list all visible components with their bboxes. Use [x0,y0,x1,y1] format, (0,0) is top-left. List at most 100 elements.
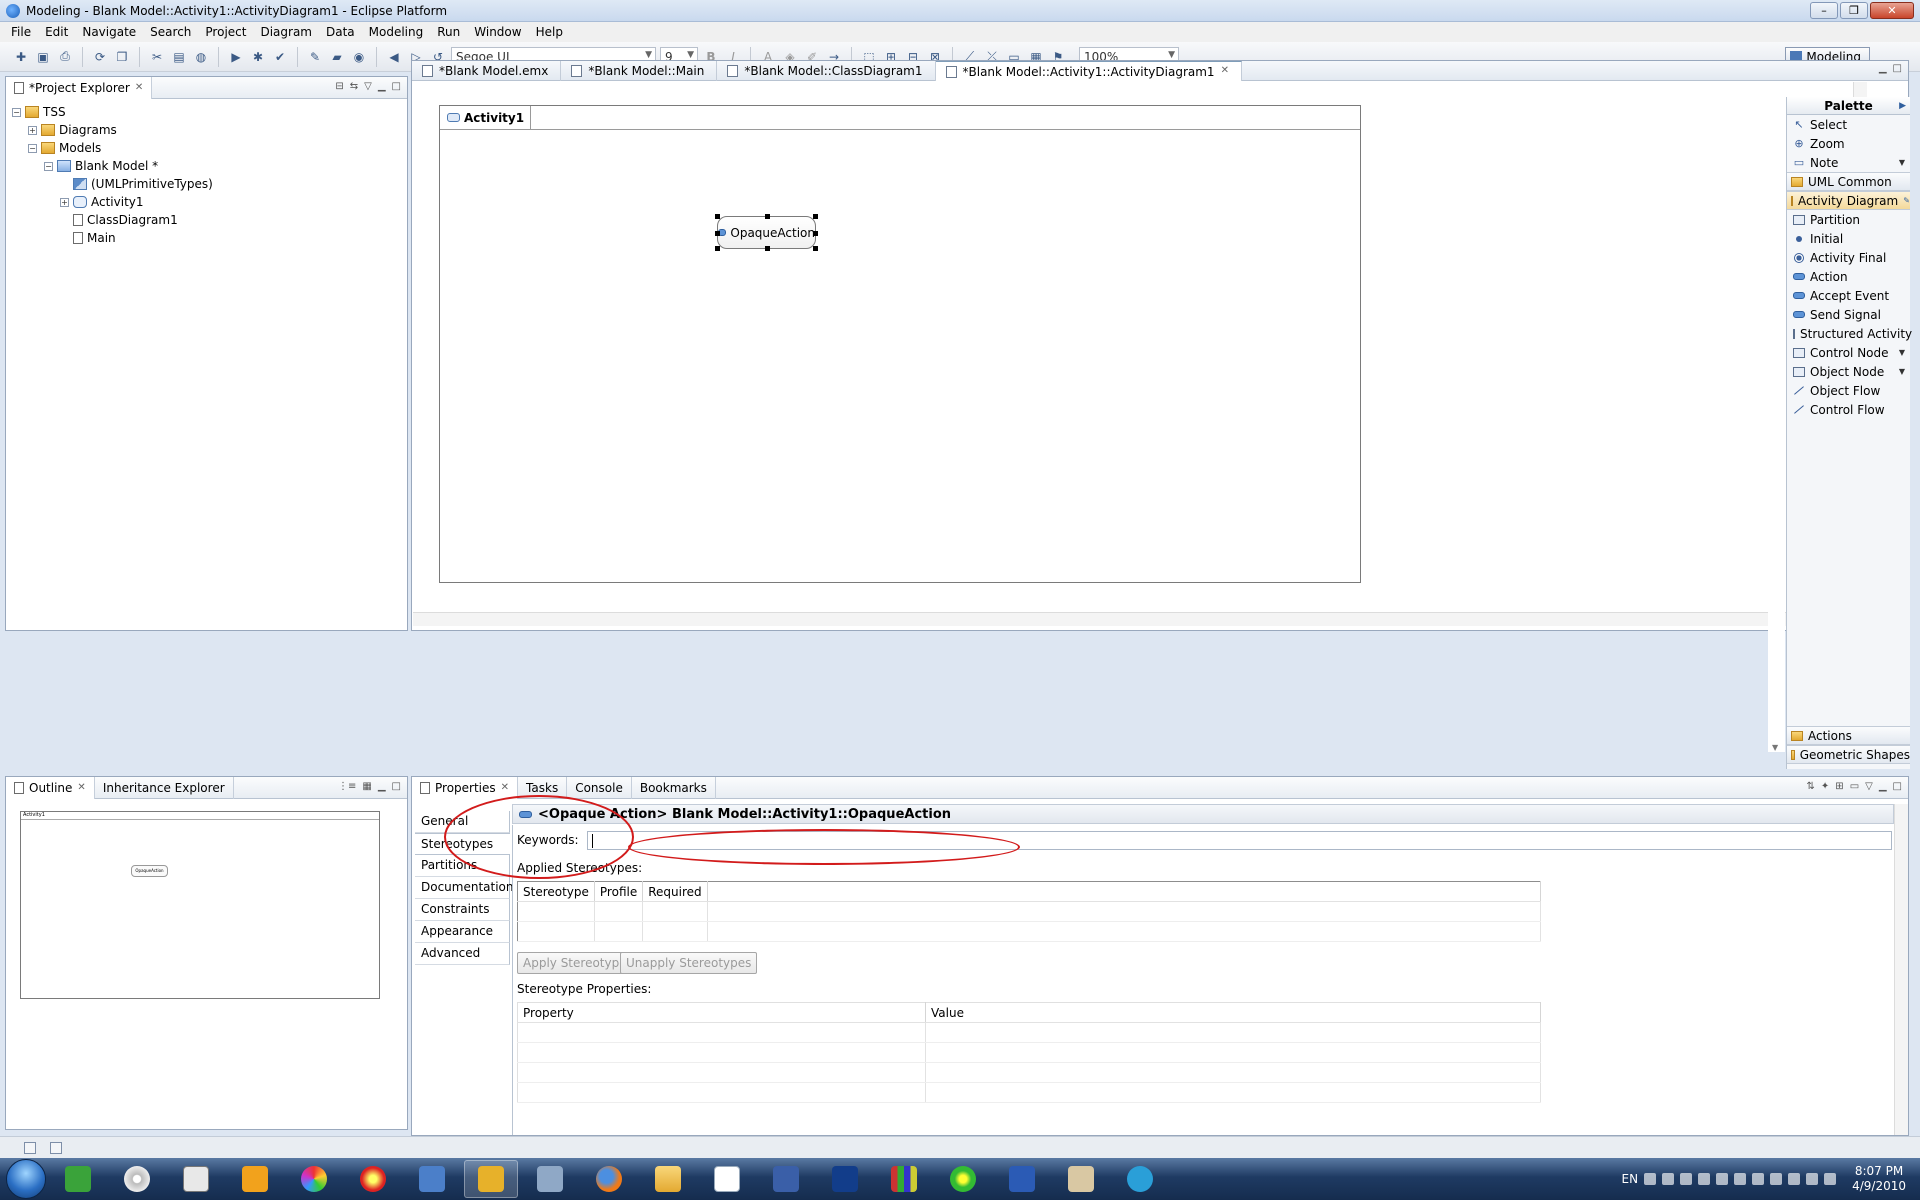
collapse-all-icon[interactable]: ⊟ [335,81,343,92]
pin-icon[interactable]: ✎ [1903,196,1910,205]
taskbar-media[interactable] [228,1160,282,1198]
editor-tab[interactable]: *Blank Model::Activity1::ActivityDiagram… [935,61,1242,81]
taskbar-firefox[interactable] [582,1160,636,1198]
bluetooth-icon[interactable] [1788,1173,1801,1185]
taskbar-notepad[interactable] [700,1160,754,1198]
filter-icon[interactable]: ⊞ [1835,781,1843,792]
palette-tool[interactable]: Control Node ▼ [1787,343,1910,362]
activity-frame[interactable]: Activity1 OpaqueAction [439,105,1361,583]
palette-drawer[interactable]: Geometric Shapes [1787,745,1910,764]
side-tab-general[interactable]: General [415,811,510,833]
tray-icon[interactable] [1734,1173,1747,1185]
taskbar-icq[interactable] [936,1160,990,1198]
taskbar-picasa[interactable] [287,1160,341,1198]
column-property[interactable]: Property [517,1002,926,1023]
tray-icon[interactable] [1698,1173,1711,1185]
palette-tool[interactable]: Partition [1787,210,1910,229]
menu-edit[interactable]: Edit [38,25,75,39]
menu-run[interactable]: Run [430,25,467,39]
outline-thumbnail[interactable]: Activity1 OpaqueAction [20,811,380,999]
palette-tool[interactable]: Accept Event [1787,286,1910,305]
tray-icon[interactable] [1680,1173,1693,1185]
maximize-view-icon[interactable]: □ [392,781,401,792]
selection-handle[interactable] [715,246,720,251]
palette-drawer[interactable]: Activity Diagram ✎ [1787,191,1910,210]
palette-tool[interactable]: Object Node ▼ [1787,362,1910,381]
menu-data[interactable]: Data [319,25,362,39]
tree-item[interactable]: + Activity1 [12,193,401,211]
tab-tasks[interactable]: Tasks [518,776,568,799]
tree-view-icon[interactable]: ⋮≡ [338,781,356,792]
volume-icon[interactable] [1824,1173,1837,1185]
copy-icon[interactable]: ❐ [113,48,131,66]
column-stereotype[interactable]: Stereotype [517,881,595,902]
palette-header[interactable]: Palette ▶ [1787,97,1910,115]
paste-icon[interactable]: ▤ [170,48,188,66]
close-icon[interactable]: ✕ [1221,65,1229,76]
side-tab-stereotypes[interactable]: Stereotypes [415,833,510,855]
column-profile[interactable]: Profile [594,881,644,902]
web-icon[interactable]: ◍ [192,48,210,66]
debug-icon[interactable]: ✱ [249,48,267,66]
tray-icon[interactable] [1644,1173,1657,1185]
side-tab-advanced[interactable]: Advanced [415,943,510,965]
collapse-icon[interactable]: − [44,161,53,171]
unapply-stereotypes-button[interactable]: Unapply Stereotypes [620,952,758,974]
new-icon[interactable]: ✚ [12,48,30,66]
taskbar-utorrent[interactable] [51,1160,105,1198]
close-icon[interactable]: ✕ [501,782,509,793]
selection-handle[interactable] [765,246,770,251]
table-row[interactable] [517,921,1542,942]
maximize-view-icon[interactable]: □ [392,81,401,92]
expand-icon[interactable]: + [28,125,37,135]
minimize-view-icon[interactable]: ▁ [378,81,386,92]
network-status-icon[interactable] [1806,1173,1819,1185]
tab-properties[interactable]: Properties ✕ [412,776,519,799]
taskbar-devcpp[interactable] [759,1160,813,1198]
table-row[interactable] [517,1082,1541,1103]
collapse-icon[interactable]: − [28,143,37,153]
editor-tab[interactable]: *Blank Model.emx [412,61,562,81]
view-menu-icon[interactable]: ▽ [1865,781,1873,792]
tab-outline[interactable]: Outline ✕ [6,776,95,799]
cut-icon[interactable]: ✂ [148,48,166,66]
applied-stereotypes-table[interactable]: Stereotype Profile Required [517,881,1542,942]
selection-handle[interactable] [813,214,818,219]
palette-drawer[interactable]: UML Common [1787,172,1910,191]
pin-icon[interactable]: ✦ [1821,781,1829,792]
side-tab-constraints[interactable]: Constraints [415,899,510,921]
chevron-down-icon[interactable]: ▼ [1899,367,1905,376]
collapse-icon[interactable]: − [12,107,21,117]
palette-tool[interactable]: ▭ Note ▼ [1787,153,1910,172]
table-row[interactable] [517,1042,1541,1063]
activity-label-box[interactable]: Activity1 [445,105,532,130]
side-tab-documentation[interactable]: Documentation [415,877,514,899]
taskbar-books[interactable] [877,1160,931,1198]
tray-icon[interactable] [1662,1173,1675,1185]
tree-item[interactable]: + Diagrams [12,121,401,139]
palette-drawer[interactable]: Actions [1787,726,1910,745]
tab-inheritance-explorer[interactable]: Inheritance Explorer [95,776,234,799]
save-icon[interactable]: ▣ [34,48,52,66]
menu-search[interactable]: Search [143,25,198,39]
keywords-input[interactable] [587,831,1892,850]
palette-tool[interactable]: Structured Activity [1787,324,1912,343]
selection-handle[interactable] [813,231,818,236]
editor-tab[interactable]: *Blank Model::ClassDiagram1 [717,61,936,81]
chart-icon[interactable] [50,1142,62,1154]
taskbar-disc[interactable] [110,1160,164,1198]
tab-project-explorer[interactable]: *Project Explorer ✕ [6,76,153,99]
taskbar-app-store[interactable] [1113,1160,1167,1198]
open-folder-icon[interactable]: ▰ [328,48,346,66]
taskbar-explorer-doc[interactable] [169,1160,223,1198]
start-button[interactable] [6,1159,46,1199]
diagram-canvas[interactable]: Activity1 OpaqueAction [413,82,1853,612]
refresh-icon[interactable]: ⟳ [91,48,109,66]
minimize-view-icon[interactable]: ▁ [1879,781,1887,792]
palette-tool[interactable]: Control Flow [1787,400,1910,419]
language-indicator[interactable]: EN [1622,1172,1639,1186]
palette-tool[interactable]: ⊕ Zoom [1787,134,1910,153]
selection-handle[interactable] [765,214,770,219]
chevron-down-icon[interactable]: ▼ [1899,348,1905,357]
menu-modeling[interactable]: Modeling [362,25,431,39]
